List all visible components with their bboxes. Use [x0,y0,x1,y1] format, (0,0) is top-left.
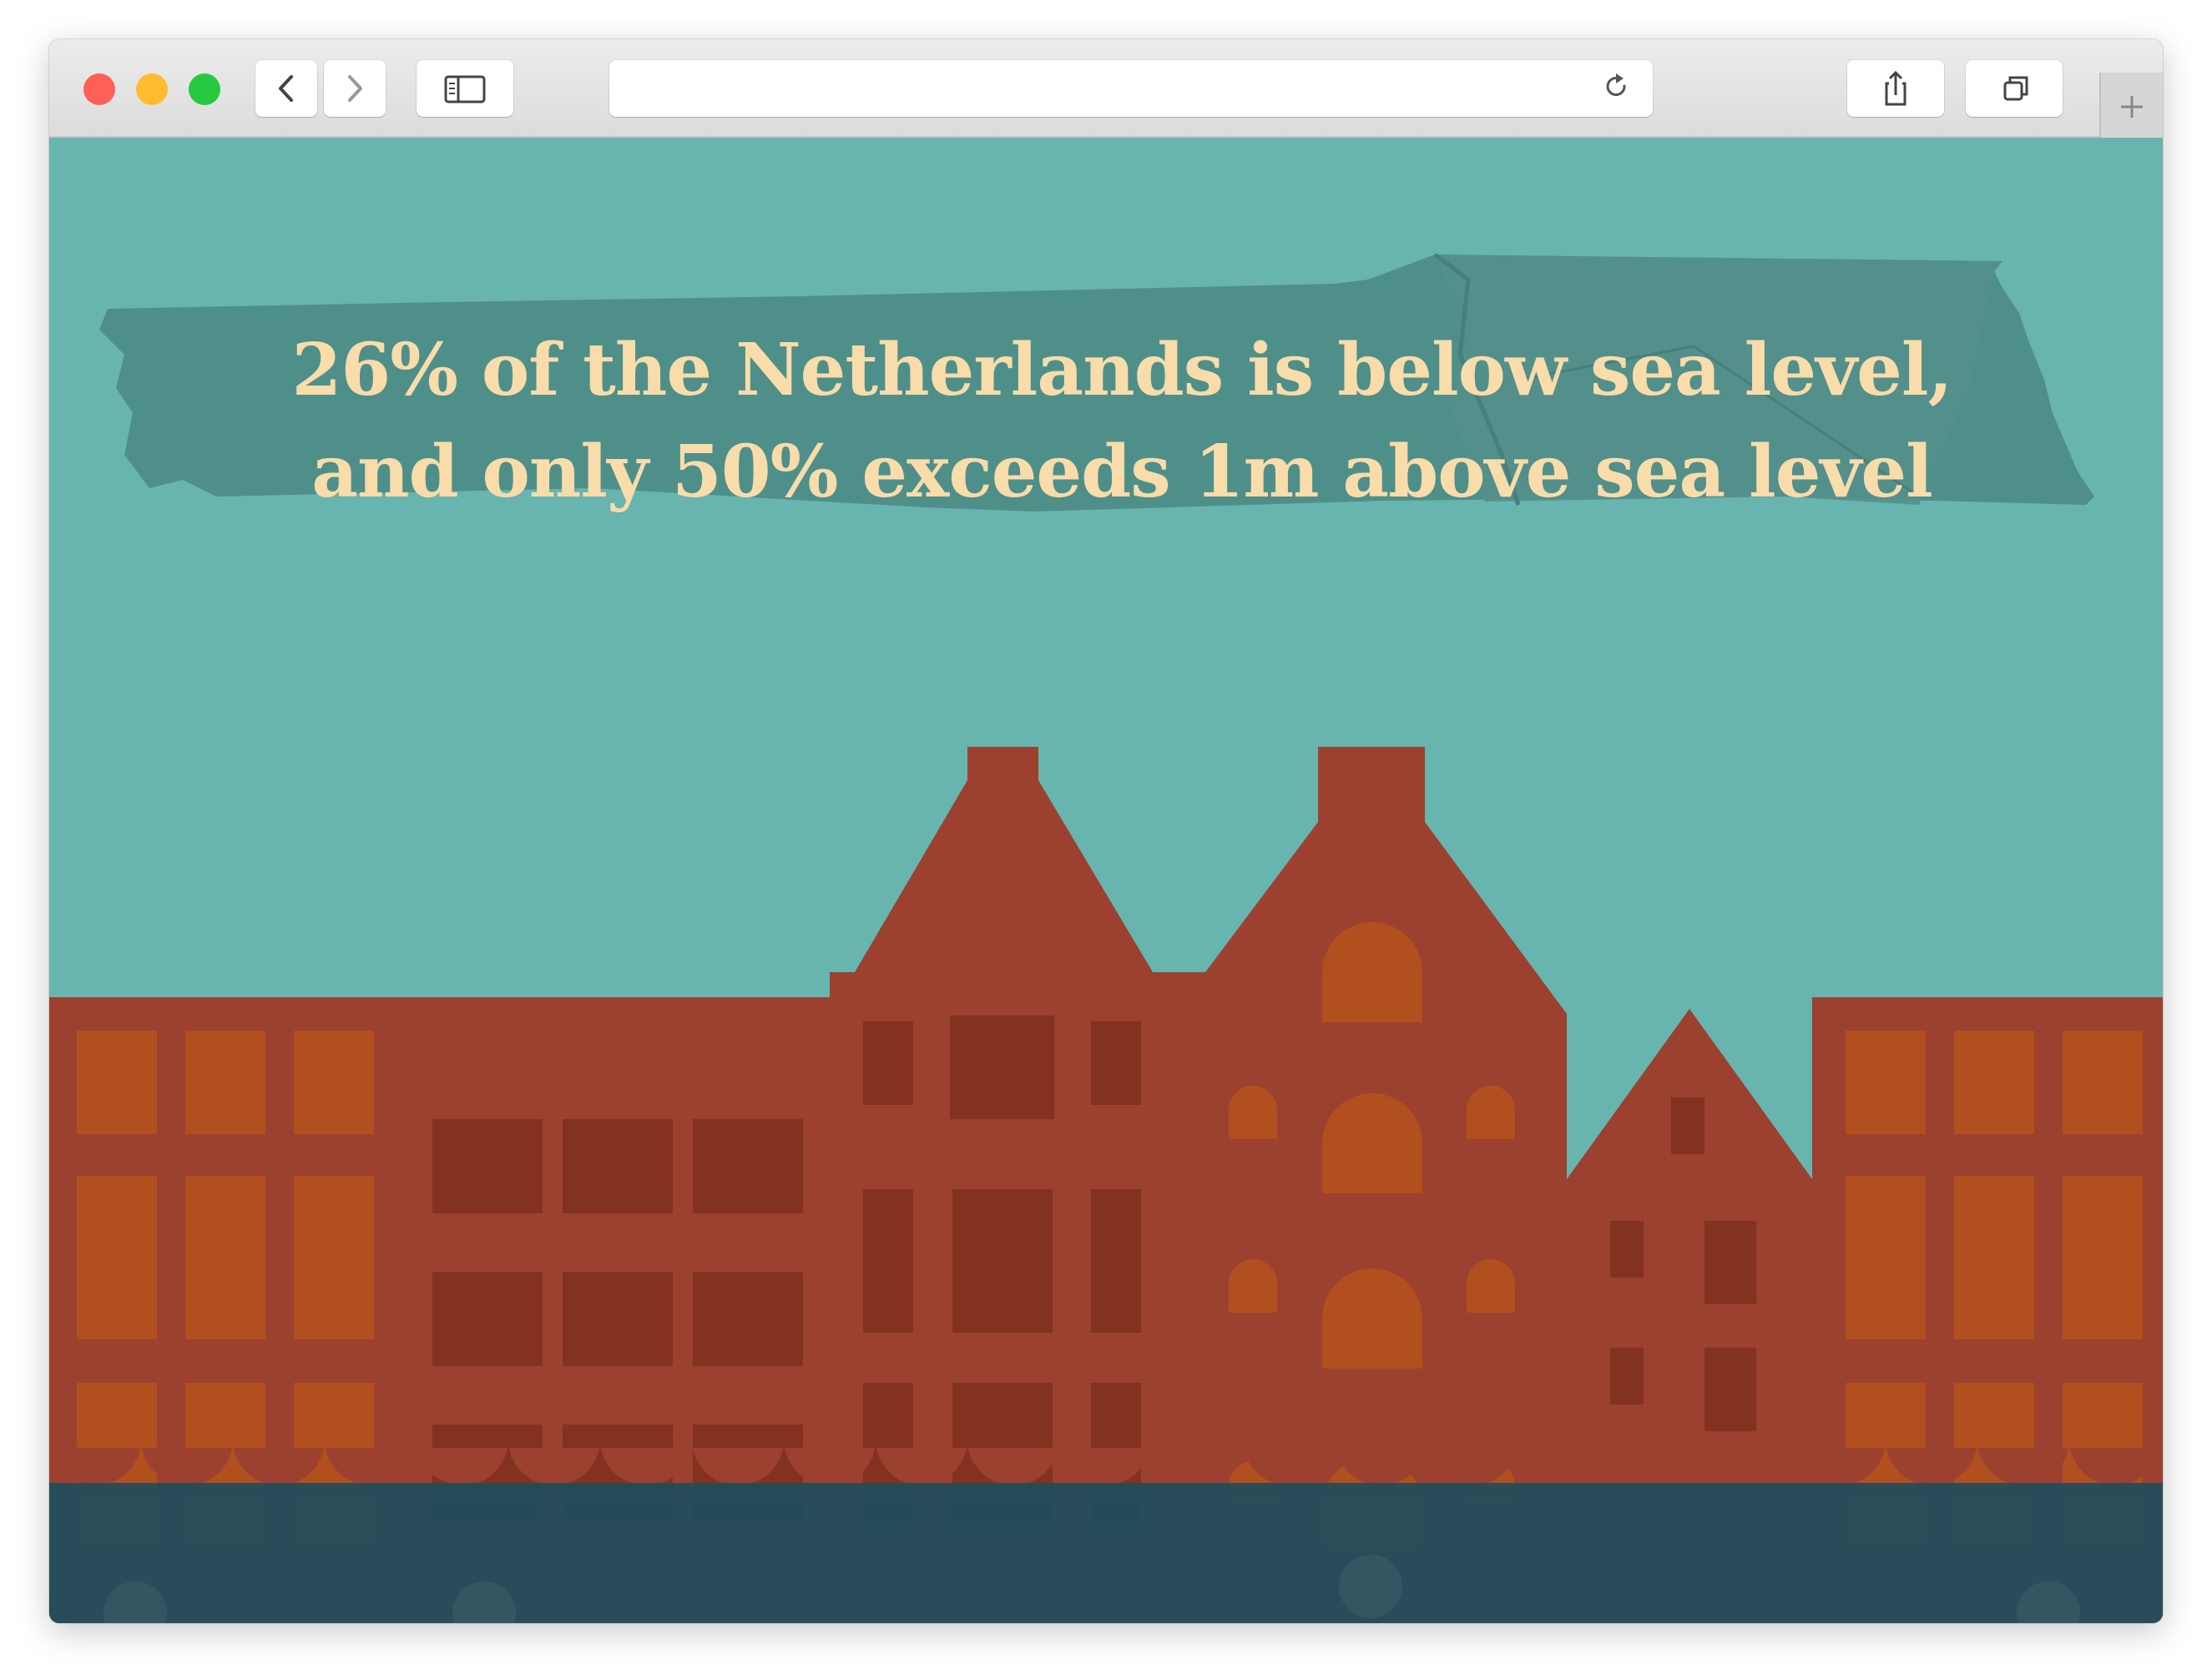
sidebar-button[interactable] [417,60,513,117]
address-bar[interactable] [609,60,1653,117]
close-window-button[interactable] [83,73,115,105]
canal-water [49,1448,2163,1623]
chevron-left-icon [279,75,293,102]
plus-icon [2121,96,2143,118]
share-icon [1885,70,1906,106]
tabs-overview-button[interactable] [1966,60,2063,117]
maximize-window-button[interactable] [189,73,220,105]
forward-button[interactable] [324,60,386,117]
headline-line-1: 26% of the Netherlands is below sea leve… [291,328,1953,412]
reload-icon[interactable] [1596,60,1638,117]
share-button[interactable] [1847,60,1944,117]
chevron-right-icon [348,75,362,102]
back-button[interactable] [255,60,317,117]
new-tab-button[interactable] [2099,73,2163,138]
headline: 26% of the Netherlands is below sea leve… [158,320,2086,523]
sidebar-icon [444,75,486,103]
browser-toolbar [49,39,2163,138]
headline-line-2: and only 50% exceeds 1m above sea level [311,430,1933,514]
browser-window: 26% of the Netherlands is below sea leve… [49,39,2163,1623]
minimize-window-button[interactable] [136,73,168,105]
tabs-overview-icon [2003,76,2028,101]
page-content: 26% of the Netherlands is below sea leve… [49,138,2163,1623]
